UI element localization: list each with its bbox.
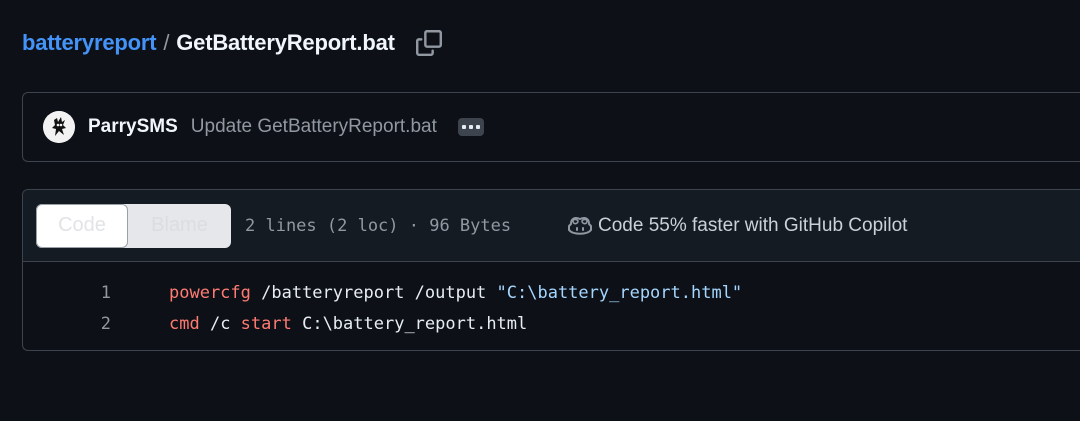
line-content: powercfg /batteryreport /output "C:\batt… [169,283,742,303]
breadcrumb-file-name: GetBatteryReport.bat [176,30,395,55]
avatar-image-icon [43,111,75,143]
code-token: /c [199,313,241,334]
code-token: C:\battery_report.html [291,313,528,334]
line-content: cmd /c start C:\battery_report.html [169,314,527,334]
file-view-page: batteryreport / GetBatteryReport.bat Par… [0,0,1080,421]
file-content-box: Code Blame 2 lines (2 loc) · 96 Bytes Co… [22,189,1080,351]
latest-commit-box: ParrySMS Update GetBatteryReport.bat [22,92,1080,162]
breadcrumb-separator: / [163,30,170,55]
code-token: /batteryreport /output [250,282,497,303]
file-info: 2 lines (2 loc) · 96 Bytes [245,215,512,236]
commit-details-button[interactable] [457,118,484,136]
file-header: Code Blame 2 lines (2 loc) · 96 Bytes Co… [23,190,1080,262]
code-line: 1 powercfg /batteryreport /output "C:\ba… [23,277,1080,308]
breadcrumb: batteryreport / GetBatteryReport.bat [22,26,443,60]
code-token: powercfg [169,282,251,303]
copilot-promo-link[interactable]: Code 55% faster with GitHub Copilot [567,190,907,262]
copilot-icon [567,215,593,237]
code-token: cmd [169,313,200,334]
tab-blame[interactable]: Blame [128,204,231,248]
author-avatar[interactable] [43,111,75,143]
copilot-promo-text: Code 55% faster with GitHub Copilot [598,215,908,236]
code-token: "C:\battery_report.html" [496,282,743,303]
copy-path-button[interactable] [415,29,443,57]
tab-code[interactable]: Code [36,203,128,248]
code-area: 1 powercfg /batteryreport /output "C:\ba… [23,262,1080,350]
copy-icon [415,30,442,56]
line-number[interactable]: 2 [23,314,113,334]
commit-author-link[interactable]: ParrySMS [88,116,178,138]
code-blame-toggle: Code Blame [36,203,231,248]
code-token: start [240,313,292,334]
breadcrumb-repo-link[interactable]: batteryreport [22,30,157,56]
line-number[interactable]: 1 [23,283,113,303]
commit-message-link[interactable]: Update GetBatteryReport.bat [191,116,437,138]
code-line: 2 cmd /c start C:\battery_report.html [23,308,1080,339]
